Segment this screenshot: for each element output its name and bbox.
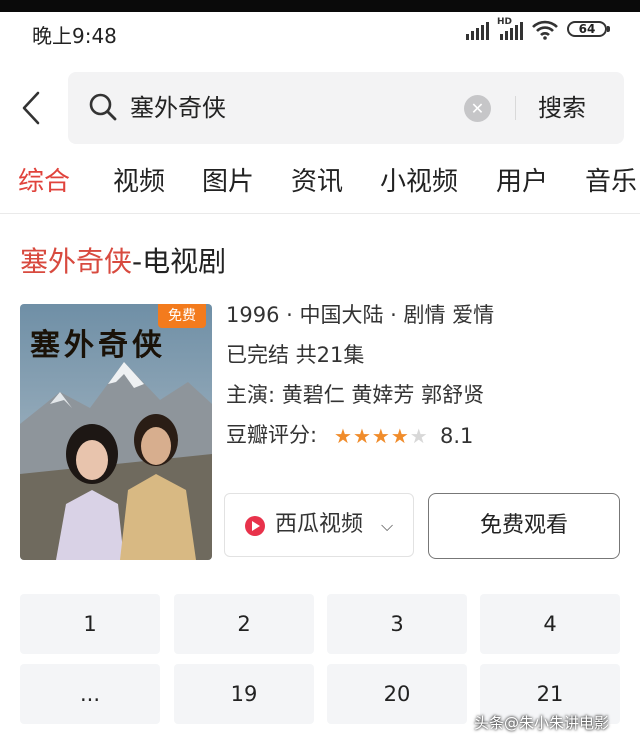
battery-tip [607, 26, 610, 32]
top-black-bar [0, 0, 640, 12]
watermark-text: 头条@朱小朱讲电影 [474, 714, 610, 732]
chevron-down-icon: ⌵ [381, 516, 394, 535]
search-button[interactable]: 搜索 [538, 92, 586, 124]
rating-stars: ★ ★ ★ ★ ★ [334, 426, 428, 446]
free-badge: 免费 [158, 304, 206, 328]
episode-button-3[interactable]: 3 [327, 594, 467, 654]
episode-button-19[interactable]: 19 [174, 664, 314, 724]
search-divider [515, 96, 516, 120]
result-title-main[interactable]: 塞外奇侠 [20, 245, 132, 278]
signal-icon [466, 22, 489, 40]
episode-button-2[interactable]: 2 [174, 594, 314, 654]
result-title[interactable]: 塞外奇侠-电视剧 [20, 242, 226, 282]
episode-button-more[interactable]: ... [20, 664, 160, 724]
watch-free-button[interactable]: 免费观看 [428, 493, 620, 559]
category-tabs: 综合 视频 图片 资讯 小视频 用户 音乐 [0, 160, 640, 206]
poster-title-art: 塞外奇侠 [30, 328, 166, 363]
signal-icon-2 [500, 22, 523, 40]
info-line: 1996 · 中国大陆 · 剧情 爱情 [226, 303, 495, 327]
status-line: 已完结 共21集 [226, 343, 365, 367]
tabs-divider [0, 213, 640, 214]
search-input[interactable]: 塞外奇侠 [130, 92, 226, 124]
battery-icon: 64 [567, 21, 607, 37]
star-icon: ★ [390, 424, 409, 448]
search-bar[interactable]: 塞外奇侠 ✕ 搜索 [68, 72, 624, 144]
cast-line: 主演: 黄碧仁 黄婞芳 郭舒贤 [226, 383, 485, 407]
back-arrow-icon [22, 91, 40, 125]
search-icon [89, 93, 117, 121]
source-label: 西瓜视频 [275, 512, 364, 537]
star-icon: ★ [371, 424, 390, 448]
status-time: 晚上9:48 [32, 24, 117, 48]
tab-music[interactable]: 音乐 [585, 160, 637, 204]
back-button[interactable] [14, 88, 48, 128]
result-title-suffix[interactable]: -电视剧 [132, 245, 226, 278]
episode-button-4[interactable]: 4 [480, 594, 620, 654]
rating-score: 8.1 [440, 424, 474, 448]
tab-news[interactable]: 资讯 [291, 160, 343, 204]
star-icon: ★ [409, 424, 428, 448]
star-icon: ★ [352, 424, 371, 448]
tab-users[interactable]: 用户 [496, 160, 548, 204]
poster-image[interactable]: 塞外奇侠 免费 [20, 304, 212, 560]
tab-images[interactable]: 图片 [202, 160, 254, 204]
clear-icon[interactable]: ✕ [464, 95, 491, 122]
star-icon: ★ [334, 424, 352, 448]
episode-button-1[interactable]: 1 [20, 594, 160, 654]
tab-short-video[interactable]: 小视频 [380, 160, 458, 204]
tab-all[interactable]: 综合 [18, 160, 70, 204]
wifi-icon [532, 20, 558, 40]
xigua-logo-icon [245, 516, 265, 536]
source-selector[interactable]: 西瓜视频 ⌵ [224, 493, 414, 557]
rating-label: 豆瓣评分: [226, 423, 318, 447]
tab-video[interactable]: 视频 [113, 160, 165, 204]
episode-button-20[interactable]: 20 [327, 664, 467, 724]
